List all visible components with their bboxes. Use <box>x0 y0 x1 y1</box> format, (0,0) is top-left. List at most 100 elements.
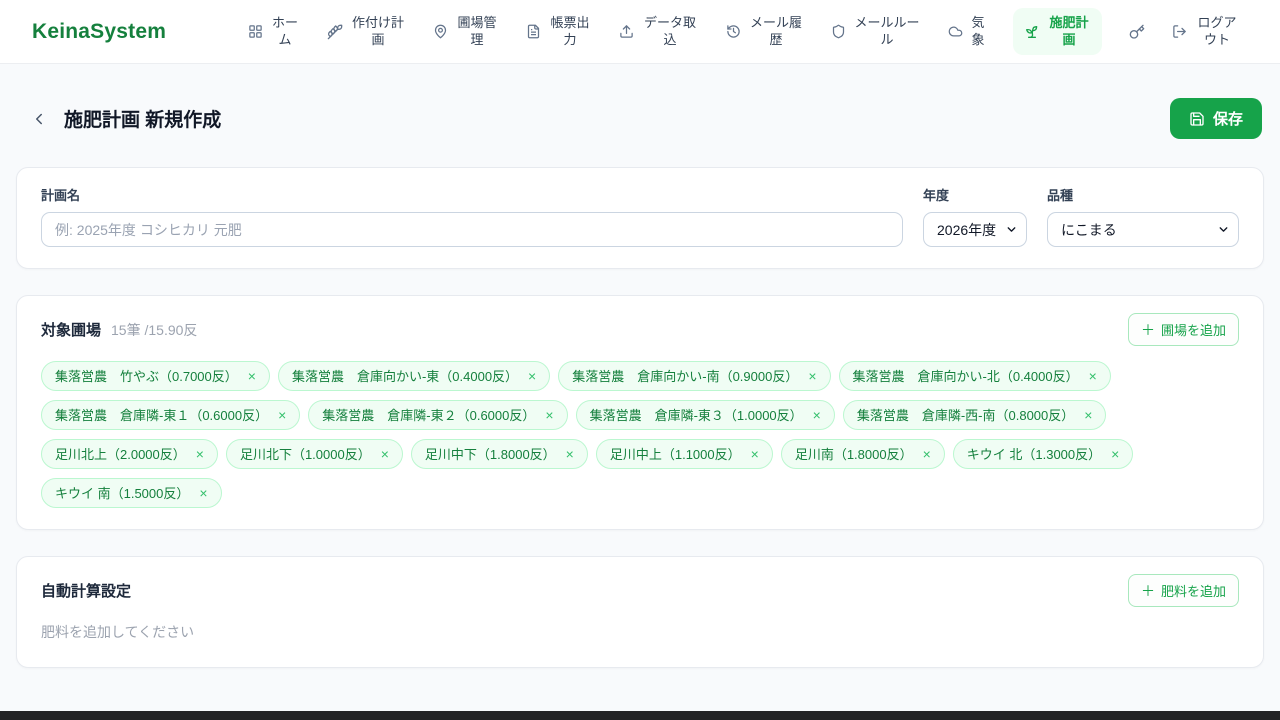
remove-field-button[interactable]: × <box>380 447 390 461</box>
remove-field-button[interactable]: × <box>1088 369 1098 383</box>
app-logo: KeinaSystem <box>32 19 167 43</box>
auto-calc-card: 自動計算設定 ＋ 肥料を追加 肥料を追加してください <box>16 556 1264 668</box>
field-chip-label: 足川中下（1.8000反） <box>424 447 556 462</box>
field-chip-label: 集落営農 竹やぶ（0.7000反） <box>55 369 238 384</box>
nav-item-logout[interactable]: ログアウト <box>1172 15 1240 48</box>
nav-item-data-import[interactable]: データ取込 <box>619 15 699 48</box>
field-chip: 集落営農 倉庫隣-西-南（0.8000反） × <box>842 400 1107 430</box>
top-navigation-bar: KeinaSystem ホーム 作付け計画 圃場管理 帳票出力 データ取込 メー… <box>0 0 1280 64</box>
remove-field-button[interactable]: × <box>807 369 817 383</box>
bottom-bar <box>0 711 1280 720</box>
field-chip-label: キウイ 南（1.5000反） <box>55 486 190 501</box>
nav-item-weather[interactable]: 気象 <box>948 15 986 48</box>
plan-name-input[interactable] <box>41 212 903 247</box>
page-title: 施肥計画 新規作成 <box>64 110 222 131</box>
remove-field-button[interactable]: × <box>1083 408 1093 422</box>
shield-icon <box>831 24 846 39</box>
field-chip: キウイ 北（1.3000反） × <box>952 439 1134 469</box>
sprout-icon <box>1024 24 1040 40</box>
plus-icon: ＋ <box>1140 321 1155 338</box>
nav-label: 作付け計画 <box>351 15 404 47</box>
fertilizer-empty-message: 肥料を追加してください <box>41 624 195 640</box>
field-chip: 集落営農 倉庫向かい-南（0.9000反） × <box>558 361 831 391</box>
nav-item-report-output[interactable]: 帳票出力 <box>526 15 592 48</box>
add-fertilizer-button-label: 肥料を追加 <box>1160 584 1226 599</box>
nav-label: 帳票出力 <box>550 15 590 47</box>
back-button[interactable] <box>26 106 52 132</box>
year-select[interactable]: 2026年度 <box>923 212 1027 247</box>
field-chip: 集落営農 倉庫向かい-北（0.4000反） × <box>838 361 1111 391</box>
field-chip-label: 集落営農 倉庫隣-東３（1.0000反） <box>589 408 803 423</box>
add-field-button[interactable]: ＋ 圃場を追加 <box>1127 313 1239 346</box>
field-chip-label: キウイ 北（1.3000反） <box>966 447 1102 462</box>
variety-select[interactable]: にこまる <box>1047 212 1239 247</box>
target-fields-summary: 15筆 /15.90反 <box>111 321 198 338</box>
cloud-icon <box>948 24 963 39</box>
field-chip: 足川中下（1.8000反） × <box>410 439 588 469</box>
remove-field-button[interactable]: × <box>922 447 932 461</box>
nav-item-mail-rules[interactable]: メールルール <box>831 15 921 48</box>
field-chip: 足川北下（1.0000反） × <box>225 439 403 469</box>
year-label: 年度 <box>923 188 950 203</box>
remove-field-button[interactable]: × <box>750 447 760 461</box>
field-chip: 足川中上（1.1000反） × <box>595 439 773 469</box>
save-button[interactable]: 保存 <box>1169 98 1262 139</box>
field-chip-label: 足川北上（2.0000反） <box>55 447 186 462</box>
nav-item-home[interactable]: ホーム <box>248 15 300 48</box>
remove-field-button[interactable]: × <box>565 447 575 461</box>
field-chip-label: 集落営農 倉庫向かい-北（0.4000反） <box>852 369 1079 384</box>
remove-field-button[interactable]: × <box>812 408 822 422</box>
remove-field-button[interactable]: × <box>198 486 208 500</box>
wheat-icon <box>327 24 343 40</box>
nav-label: メール履歴 <box>749 15 802 47</box>
field-chip: 足川南（1.8000反） × <box>780 439 945 469</box>
field-chip-label: 足川中上（1.1000反） <box>609 447 741 462</box>
plus-icon: ＋ <box>1140 582 1155 599</box>
field-chip-label: 集落営農 倉庫隣-東１（0.6000反） <box>55 408 269 423</box>
upload-icon <box>619 24 634 39</box>
remove-field-button[interactable]: × <box>544 408 554 422</box>
history-icon <box>726 24 741 39</box>
nav-label: ホーム <box>271 15 298 47</box>
nav-label: 圃場管理 <box>457 15 497 47</box>
nav-item-planting-plan[interactable]: 作付け計画 <box>327 15 406 48</box>
remove-field-button[interactable]: × <box>1110 447 1120 461</box>
save-icon <box>1189 111 1205 127</box>
field-chip-label: 足川北下（1.0000反） <box>239 447 371 462</box>
nav-item-mail-history[interactable]: メール履歴 <box>726 15 804 48</box>
field-chip-label: 集落営農 倉庫向かい-南（0.9000反） <box>572 369 799 384</box>
field-chip: 集落営農 倉庫隣-東３（1.0000反） × <box>575 400 835 430</box>
nav-label: 気象 <box>971 15 985 47</box>
nav-item-fertilization-plan[interactable]: 施肥計画 <box>1013 8 1102 55</box>
remove-field-button[interactable]: × <box>277 408 287 422</box>
add-field-button-label: 圃場を追加 <box>1160 323 1226 338</box>
plan-name-label: 計画名 <box>41 188 81 203</box>
field-chip: 足川北上（2.0000反） × <box>41 439 218 469</box>
add-fertilizer-button[interactable]: ＋ 肥料を追加 <box>1127 574 1239 607</box>
nav-item-field-management[interactable]: 圃場管理 <box>433 15 499 48</box>
field-chip: キウイ 南（1.5000反） × <box>41 478 222 508</box>
field-chip-label: 集落営農 倉庫隣-東２（0.6000反） <box>322 408 536 423</box>
field-chip-label: 集落営農 倉庫向かい-東（0.4000反） <box>291 369 519 384</box>
logout-icon <box>1172 24 1187 39</box>
remove-field-button[interactable]: × <box>195 447 205 461</box>
remove-field-button[interactable]: × <box>527 369 537 383</box>
key-icon[interactable] <box>1129 24 1145 40</box>
nav-label: データ取込 <box>643 15 696 47</box>
field-chip: 集落営農 倉庫隣-東２（0.6000反） × <box>308 400 568 430</box>
plan-info-card: 計画名 年度 2026年度 品種 にこまる <box>16 167 1264 269</box>
field-chip-label: 集落営農 倉庫隣-西-南（0.8000反） <box>856 408 1075 423</box>
document-icon <box>526 24 541 39</box>
remove-field-button[interactable]: × <box>247 369 257 383</box>
nav-label: ログアウト <box>1197 15 1237 47</box>
field-chip-label: 足川南（1.8000反） <box>794 447 913 462</box>
page-header: 施肥計画 新規作成 保存 <box>16 98 1264 139</box>
target-fields-title: 対象圃場 <box>41 322 102 339</box>
save-button-label: 保存 <box>1212 111 1243 128</box>
field-chip: 集落営農 竹やぶ（0.7000反） × <box>41 361 270 391</box>
nav-label: メールルール <box>854 15 920 47</box>
field-chip-list: 集落営農 竹やぶ（0.7000反） × 集落営農 倉庫向かい-東（0.4000反… <box>41 361 1239 508</box>
map-pin-icon <box>433 24 448 39</box>
field-chip: 集落営農 倉庫向かい-東（0.4000反） × <box>277 361 551 391</box>
nav-label: 施肥計画 <box>1049 15 1089 47</box>
